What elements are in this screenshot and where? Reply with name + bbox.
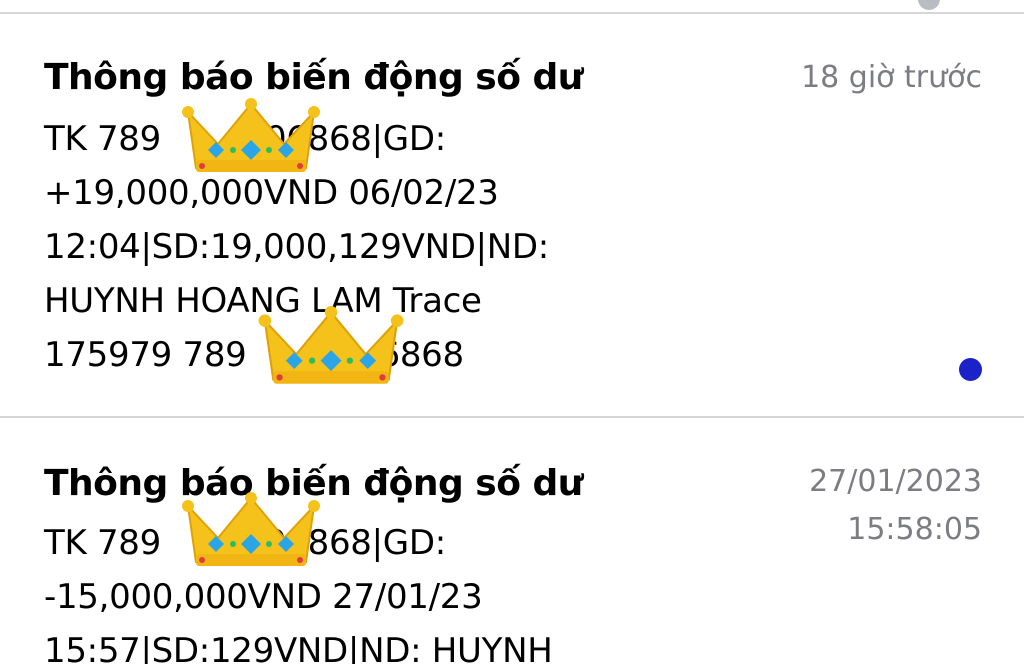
notification-time-line: 18 giờ trước bbox=[801, 60, 982, 95]
crown-emoji-icon bbox=[182, 98, 320, 172]
notification-date: 27/01/2023 bbox=[809, 464, 982, 499]
account-prefix: TK 789 bbox=[44, 119, 161, 159]
crown-emoji-icon bbox=[182, 492, 320, 566]
notification-title: Thông báo biến động số dư bbox=[44, 57, 583, 98]
crown-emoji-icon bbox=[258, 306, 404, 384]
body-line-account: TK 789 06868|GD: bbox=[44, 112, 684, 166]
notification-time: 18 giờ trước bbox=[801, 54, 982, 102]
body-line-account: TK 789 06868|GD: bbox=[44, 516, 684, 570]
notification-time: 27/01/2023 15:58:05 bbox=[809, 458, 982, 554]
top-edge-icon[interactable] bbox=[918, 0, 940, 10]
body-line-balance: 15:57|SD:129VND|ND: HUYNH bbox=[44, 631, 553, 664]
trace-prefix: 175979 789 bbox=[44, 335, 247, 375]
unread-dot-icon bbox=[959, 358, 982, 381]
account-prefix: TK 789 bbox=[44, 523, 161, 563]
notification-item[interactable]: Thông báo biến động số dư 27/01/2023 15:… bbox=[0, 418, 1024, 664]
body-line-amount: +19,000,000VND 06/02/23 bbox=[44, 173, 499, 213]
notification-clock: 15:58:05 bbox=[847, 512, 982, 547]
notification-list-screen: Thông báo biến động số dư 18 giờ trước T… bbox=[0, 0, 1024, 664]
notification-item[interactable]: Thông báo biến động số dư 18 giờ trước T… bbox=[0, 14, 1024, 416]
body-line-balance: 12:04|SD:19,000,129VND|ND: bbox=[44, 227, 549, 267]
body-line-amount: -15,000,000VND 27/01/23 bbox=[44, 577, 483, 617]
notification-body: TK 789 06868|GD: -15,000,000VND 27/01/23 … bbox=[44, 516, 684, 664]
